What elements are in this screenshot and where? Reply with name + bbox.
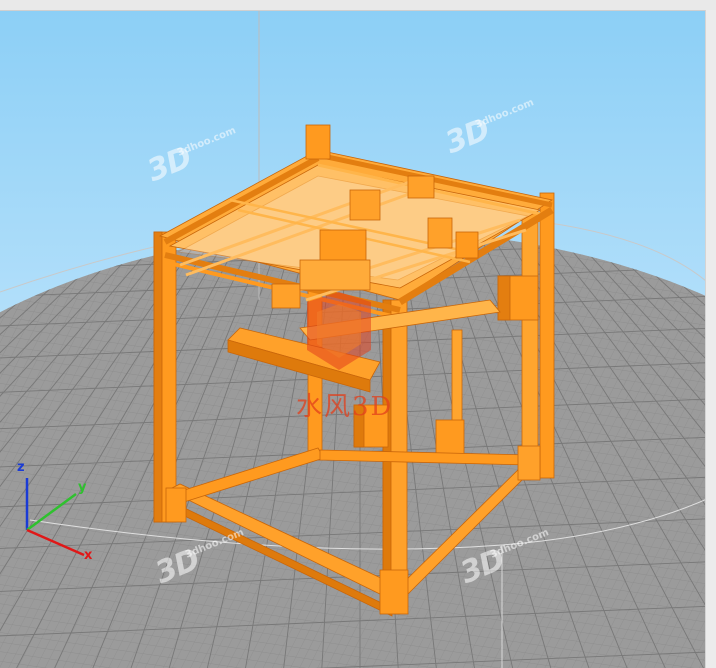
axis-z-label: z bbox=[17, 460, 25, 475]
brand-logo bbox=[307, 292, 371, 370]
top-toolbar-strip bbox=[0, 0, 716, 11]
axis-y-label: y bbox=[78, 480, 87, 495]
axis-x-label: x bbox=[84, 548, 93, 563]
brand-text: 水风3D bbox=[296, 392, 394, 422]
right-panel-edge bbox=[705, 10, 716, 668]
3d-viewport[interactable]: 3D 3dhoo.com 3D 3dhoo.com 3D 3dhoo.com 3… bbox=[0, 0, 716, 668]
